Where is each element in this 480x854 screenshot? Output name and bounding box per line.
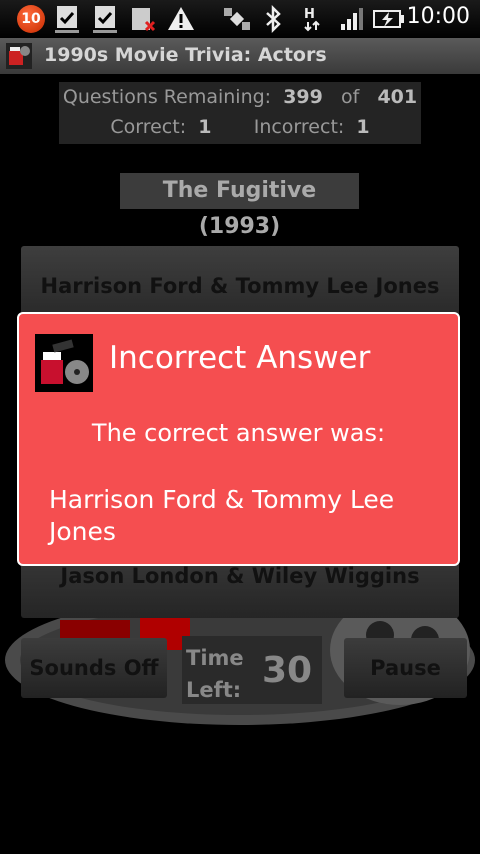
pause-button[interactable]: Pause [344, 638, 467, 698]
of-label: of [340, 86, 360, 108]
time-left-value: 30 [262, 650, 313, 691]
movie-title: The Fugitive (1993) [120, 173, 359, 239]
incorrect-label: Incorrect: [253, 116, 345, 138]
incorrect-value: 1 [356, 116, 370, 138]
app-title: 1990s Movie Trivia: Actors [44, 44, 327, 66]
correct-label: Correct: [110, 116, 187, 138]
signal-icon [341, 8, 363, 30]
questions-remaining-value: 399 [283, 86, 323, 108]
app-icon [6, 43, 32, 69]
title-bar: 1990s Movie Trivia: Actors [0, 38, 480, 74]
incorrect-answer-dialog[interactable]: Incorrect Answer The correct answer was:… [17, 312, 460, 566]
svg-text:H: H [304, 7, 315, 22]
time-left-label: Time Left: [186, 646, 244, 702]
questions-remaining-line: Questions Remaining: 399 of 401 [59, 82, 421, 112]
answer-4-label: Jason London & Wiley Wiggins [60, 564, 420, 588]
battery-charging-icon [373, 10, 404, 28]
satellite-icon [224, 8, 250, 30]
status-bar: 10 H 10:00 [0, 0, 480, 38]
correct-value: 1 [198, 116, 212, 138]
score-panel: Questions Remaining: 399 of 401 Correct:… [59, 82, 421, 144]
clock: 10:00 [406, 4, 470, 29]
sounds-toggle-button[interactable]: Sounds Off [21, 638, 167, 698]
task-done-icon [55, 6, 79, 33]
dialog-title: Incorrect Answer [109, 340, 371, 376]
sd-card-error-icon [132, 8, 156, 32]
total-questions-value: 401 [377, 86, 418, 108]
questions-remaining-label: Questions Remaining: [62, 86, 272, 108]
timer-display: Time Left: 30 [182, 636, 322, 704]
answer-1-label: Harrison Ford & Tommy Lee Jones [40, 274, 440, 298]
task-done-icon [93, 6, 117, 33]
bluetooth-icon [266, 4, 281, 34]
notification-badge-icon[interactable]: 10 [17, 5, 45, 33]
dialog-correct-answer: Harrison Ford & Tommy Lee Jones [49, 485, 395, 546]
warning-icon [168, 7, 194, 30]
dialog-message: The correct answer was: [91, 419, 386, 447]
correct-incorrect-line: Correct: 1 Incorrect: 1 [59, 112, 421, 142]
movie-clapper-icon [35, 334, 93, 392]
hspa-data-icon: H [304, 7, 320, 32]
